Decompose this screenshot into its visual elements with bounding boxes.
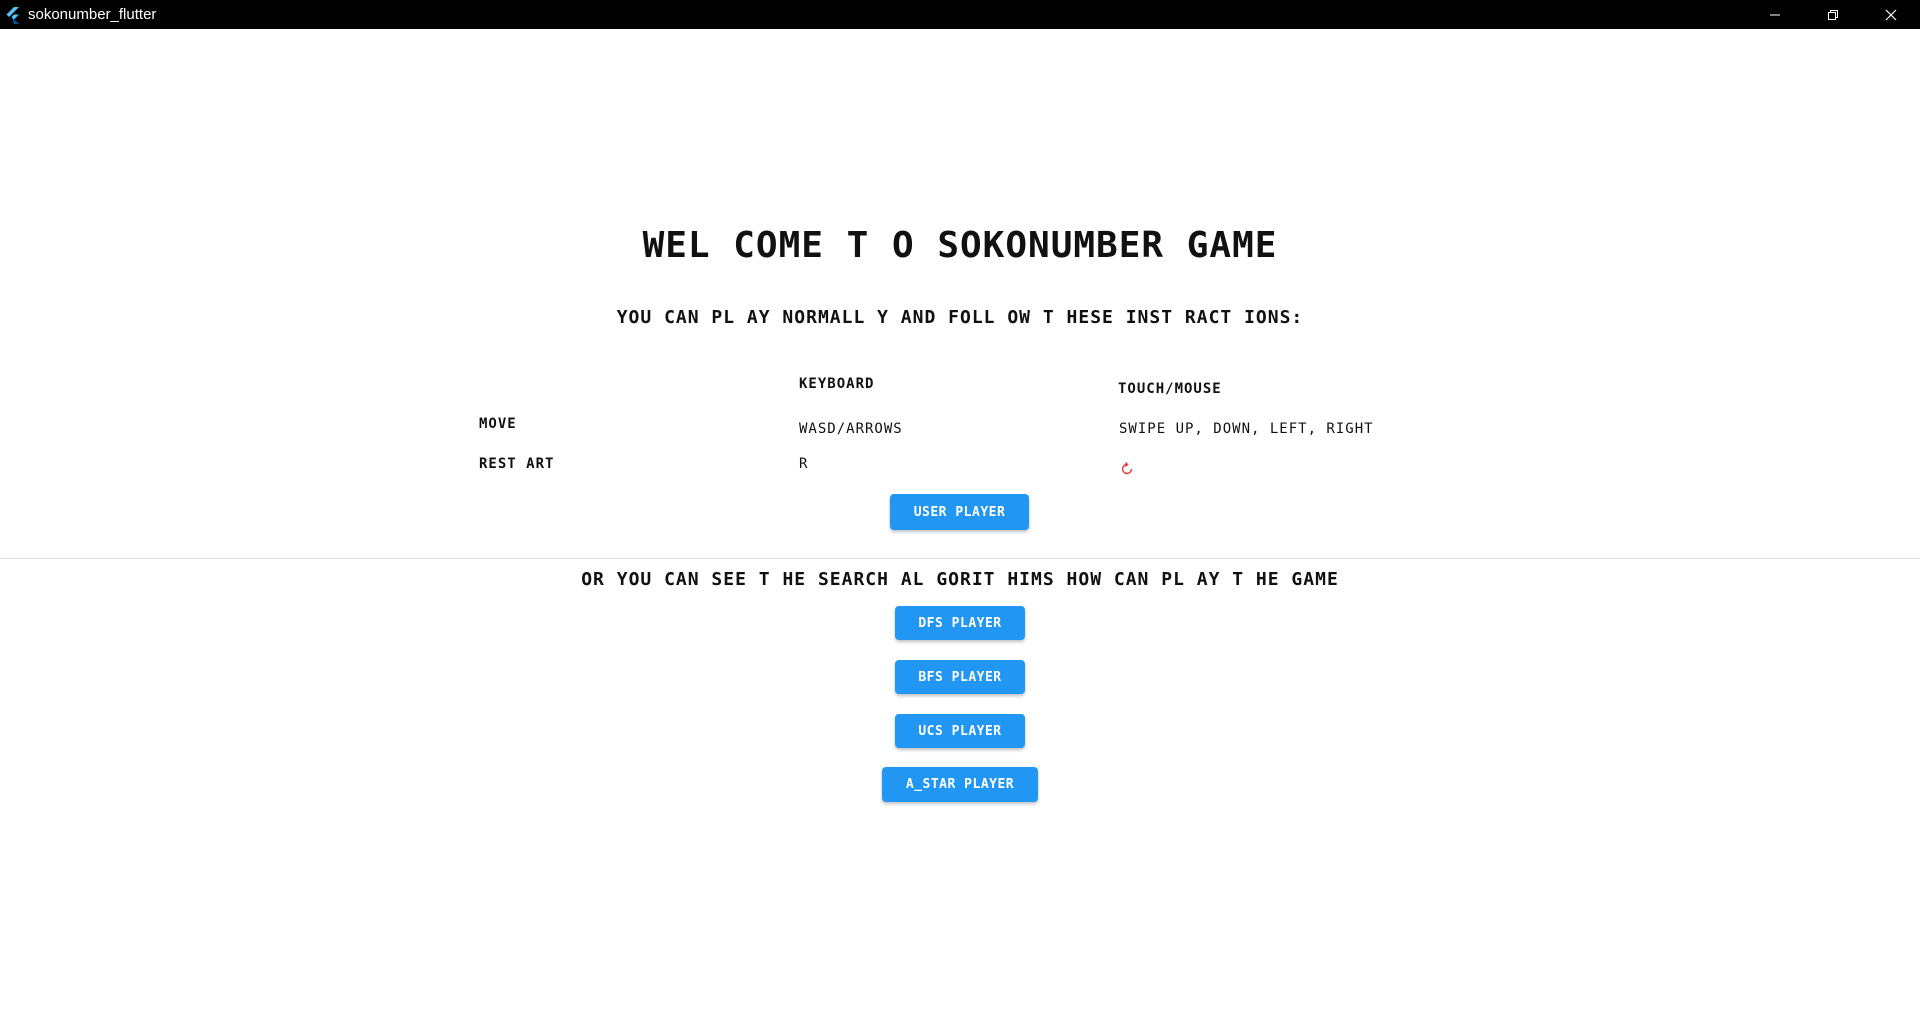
minimize-icon: [1770, 14, 1780, 15]
move-keyboard-value: WASD/ARROWS: [799, 421, 903, 437]
minimize-button[interactable]: [1746, 0, 1804, 29]
section-divider: [0, 558, 1920, 559]
touch-column-header: TOUCH/MOUSE: [1118, 381, 1222, 397]
restore-button[interactable]: [1804, 0, 1862, 29]
flutter-logo-icon: [6, 6, 19, 24]
user-player-button[interactable]: USER PLAYER: [890, 494, 1029, 530]
close-icon: [1885, 9, 1897, 20]
algorithms-intro: OR YOU CAN SEE T HE SEARCH AL GORIT HIMS…: [581, 569, 1339, 590]
bfs-player-button[interactable]: BFS PLAYER: [895, 660, 1025, 694]
restart-row-label: REST ART: [479, 456, 555, 472]
move-touch-value: SWIPE UP, DOWN, LEFT, RIGHT: [1119, 421, 1374, 437]
instructions-intro: YOU CAN PL AY NORMALL Y AND FOLL OW T HE…: [616, 307, 1304, 328]
restart-keyboard-value: R: [799, 456, 809, 472]
close-button[interactable]: [1862, 0, 1920, 29]
window-title: sokonumber_flutter: [28, 6, 157, 23]
window-titlebar: sokonumber_flutter: [0, 0, 1920, 29]
restart-icon[interactable]: [1119, 461, 1135, 477]
keyboard-column-header: KEYBOARD: [799, 376, 875, 392]
window-controls: [1746, 0, 1920, 29]
a-star-player-button[interactable]: A_STAR PLAYER: [882, 767, 1038, 802]
dfs-player-button[interactable]: DFS PLAYER: [895, 606, 1025, 640]
move-row-label: MOVE: [479, 416, 517, 432]
welcome-heading: WEL COME T O SOKONUMBER GAME: [642, 225, 1278, 266]
ucs-player-button[interactable]: UCS PLAYER: [895, 714, 1025, 748]
restore-icon: [1828, 9, 1838, 20]
